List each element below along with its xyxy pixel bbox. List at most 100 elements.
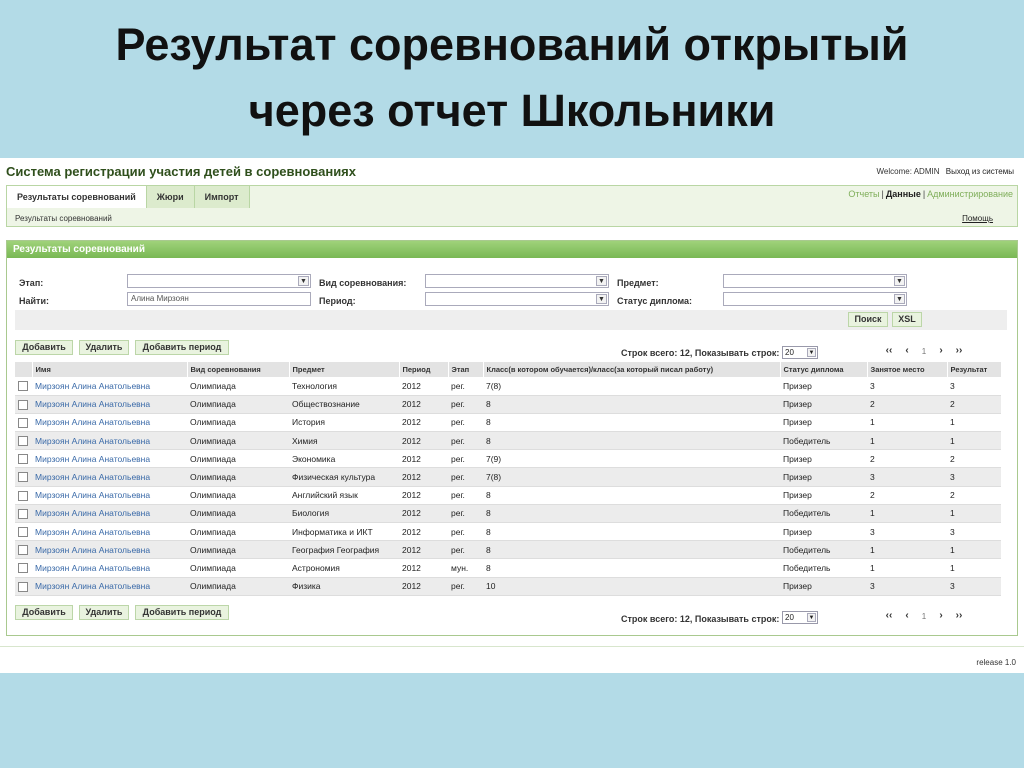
cell-name[interactable]: Мирзоян Алина Анатольевна: [32, 558, 187, 578]
header-competition-type[interactable]: Вид соревнования: [187, 362, 290, 377]
checkbox-icon[interactable]: [18, 472, 28, 483]
cell-competition-type: Олимпиада: [187, 504, 289, 524]
checkbox-icon[interactable]: [18, 399, 28, 410]
table-header-row: Имя Вид соревнования Предмет Период Этап…: [15, 362, 1002, 377]
table-row[interactable]: Мирзоян Алина Анатольевна Олимпиада Физика…: [15, 577, 1001, 596]
logout-link[interactable]: Выход из системы: [946, 167, 1014, 176]
tab-competition-results[interactable]: Результаты соревнований: [7, 186, 147, 208]
cell-stage: рег.: [448, 504, 483, 524]
last-page-button[interactable]: ››: [951, 610, 967, 624]
cell-diploma-status: Призер: [780, 377, 867, 396]
checkbox-icon[interactable]: [18, 581, 28, 592]
table-row[interactable]: Мирзоян Алина Анатольевна Олимпиада Физиче…: [15, 467, 1001, 487]
header-place[interactable]: Занятое место: [867, 362, 948, 377]
tab-jury[interactable]: Жюри: [146, 186, 195, 208]
cell-place: 2: [867, 395, 947, 414]
header-diploma-status[interactable]: Статус диплома: [780, 362, 868, 377]
row-checkbox-cell: [15, 413, 32, 433]
cell-name[interactable]: Мирзоян Алина Анатольевна: [32, 431, 187, 451]
pager-info-bottom: Строк всего: 12, Показывать строк:: [621, 614, 780, 624]
current-page[interactable]: 1: [917, 345, 931, 359]
checkbox-icon[interactable]: [18, 381, 28, 392]
header-class[interactable]: Класс(в котором обучается)/класс(за кото…: [483, 362, 781, 377]
diploma-status-select[interactable]: ▼: [723, 292, 907, 306]
checkbox-icon[interactable]: [18, 436, 28, 447]
first-page-button[interactable]: ‹‹: [881, 345, 897, 359]
slide-title-line2: через отчет Школьники: [248, 84, 776, 136]
first-page-button[interactable]: ‹‹: [881, 610, 897, 624]
table-row[interactable]: Мирзоян Алина Анатольевна Олимпиада Астрон…: [15, 558, 1001, 578]
search-button[interactable]: Поиск: [848, 312, 888, 327]
table-row[interactable]: Мирзоян Алина Анатольевна Олимпиада Технол…: [15, 377, 1001, 396]
checkbox-icon[interactable]: [18, 526, 28, 537]
pager-nav: ‹‹ ‹ 1 › ››: [881, 345, 967, 359]
header-result[interactable]: Результат: [947, 362, 1002, 377]
add-button[interactable]: Добавить: [15, 340, 73, 355]
cell-name[interactable]: Мирзоян Алина Анатольевна: [32, 467, 187, 487]
stage-select[interactable]: ▼: [127, 274, 311, 288]
add-button-bottom[interactable]: Добавить: [15, 605, 73, 620]
prev-page-button[interactable]: ‹: [897, 345, 917, 359]
next-page-button[interactable]: ›: [931, 610, 951, 624]
period-label: Период:: [319, 296, 356, 306]
checkbox-icon[interactable]: [18, 417, 28, 428]
panel-title: Результаты соревнований: [7, 241, 1017, 258]
tab-import[interactable]: Импорт: [194, 186, 250, 208]
xsl-button[interactable]: XSL: [892, 312, 922, 327]
period-select[interactable]: ▼: [425, 292, 609, 306]
header-period[interactable]: Период: [399, 362, 449, 377]
checkbox-icon[interactable]: [18, 490, 28, 501]
cell-place: 2: [867, 486, 947, 505]
delete-button[interactable]: Удалить: [79, 340, 129, 355]
cell-stage: рег.: [448, 540, 483, 560]
delete-button-bottom[interactable]: Удалить: [79, 605, 129, 620]
header-stage[interactable]: Этап: [448, 362, 484, 377]
cell-name[interactable]: Мирзоян Алина Анатольевна: [32, 577, 187, 596]
cell-result: 1: [947, 540, 1001, 560]
add-period-button-bottom[interactable]: Добавить период: [135, 605, 229, 620]
last-page-button[interactable]: ››: [951, 345, 967, 359]
cell-name[interactable]: Мирзоян Алина Анатольевна: [32, 540, 187, 560]
cell-name[interactable]: Мирзоян Алина Анатольевна: [32, 522, 187, 542]
cell-name[interactable]: Мирзоян Алина Анатольевна: [32, 449, 187, 469]
header-name[interactable]: Имя: [32, 362, 188, 377]
next-page-button[interactable]: ›: [931, 345, 951, 359]
menu-reports[interactable]: Отчеты: [848, 189, 879, 199]
page-size-select[interactable]: 20 ▼: [782, 346, 818, 359]
subject-select[interactable]: ▼: [723, 274, 907, 288]
checkbox-icon[interactable]: [18, 545, 28, 556]
table-row[interactable]: Мирзоян Алина Анатольевна Олимпиада Химия 2…: [15, 431, 1001, 451]
table-row[interactable]: Мирзоян Алина Анатольевна Олимпиада Биолог…: [15, 504, 1001, 524]
cell-subject: Английский язык: [289, 486, 399, 505]
page-size-select-bottom[interactable]: 20 ▼: [782, 611, 818, 624]
cell-name[interactable]: Мирзоян Алина Анатольевна: [32, 504, 187, 524]
menu-admin[interactable]: Администрирование: [927, 189, 1013, 199]
chevron-down-icon: ▼: [894, 294, 905, 304]
current-page[interactable]: 1: [917, 610, 931, 624]
table-row[interactable]: Мирзоян Алина Анатольевна Олимпиада Геогра…: [15, 540, 1001, 560]
help-link[interactable]: Помощь: [962, 214, 993, 223]
cell-result: 1: [947, 558, 1001, 578]
menu-data[interactable]: Данные: [886, 189, 921, 199]
table-row[interactable]: Мирзоян Алина Анатольевна Олимпиада Эконом…: [15, 449, 1001, 469]
prev-page-button[interactable]: ‹: [897, 610, 917, 624]
cell-diploma-status: Призер: [780, 577, 867, 596]
cell-period: 2012: [399, 377, 448, 396]
table-row[interactable]: Мирзоян Алина Анатольевна Олимпиада Англий…: [15, 486, 1001, 505]
table-row[interactable]: Мирзоян Алина Анатольевна Олимпиада Истори…: [15, 413, 1001, 433]
cell-name[interactable]: Мирзоян Алина Анатольевна: [32, 395, 187, 414]
add-period-button[interactable]: Добавить период: [135, 340, 229, 355]
cell-period: 2012: [399, 558, 448, 578]
checkbox-icon[interactable]: [18, 454, 28, 465]
competition-type-select[interactable]: ▼: [425, 274, 609, 288]
cell-stage: рег.: [448, 413, 483, 433]
checkbox-icon[interactable]: [18, 508, 28, 519]
header-subject[interactable]: Предмет: [289, 362, 400, 377]
table-row[interactable]: Мирзоян Алина Анатольевна Олимпиада Общест…: [15, 395, 1001, 414]
cell-name[interactable]: Мирзоян Алина Анатольевна: [32, 486, 187, 505]
cell-name[interactable]: Мирзоян Алина Анатольевна: [32, 377, 187, 396]
checkbox-icon[interactable]: [18, 563, 28, 574]
table-row[interactable]: Мирзоян Алина Анатольевна Олимпиада Информ…: [15, 522, 1001, 542]
find-input[interactable]: Алина Мирзоян: [127, 292, 311, 306]
cell-name[interactable]: Мирзоян Алина Анатольевна: [32, 413, 187, 433]
